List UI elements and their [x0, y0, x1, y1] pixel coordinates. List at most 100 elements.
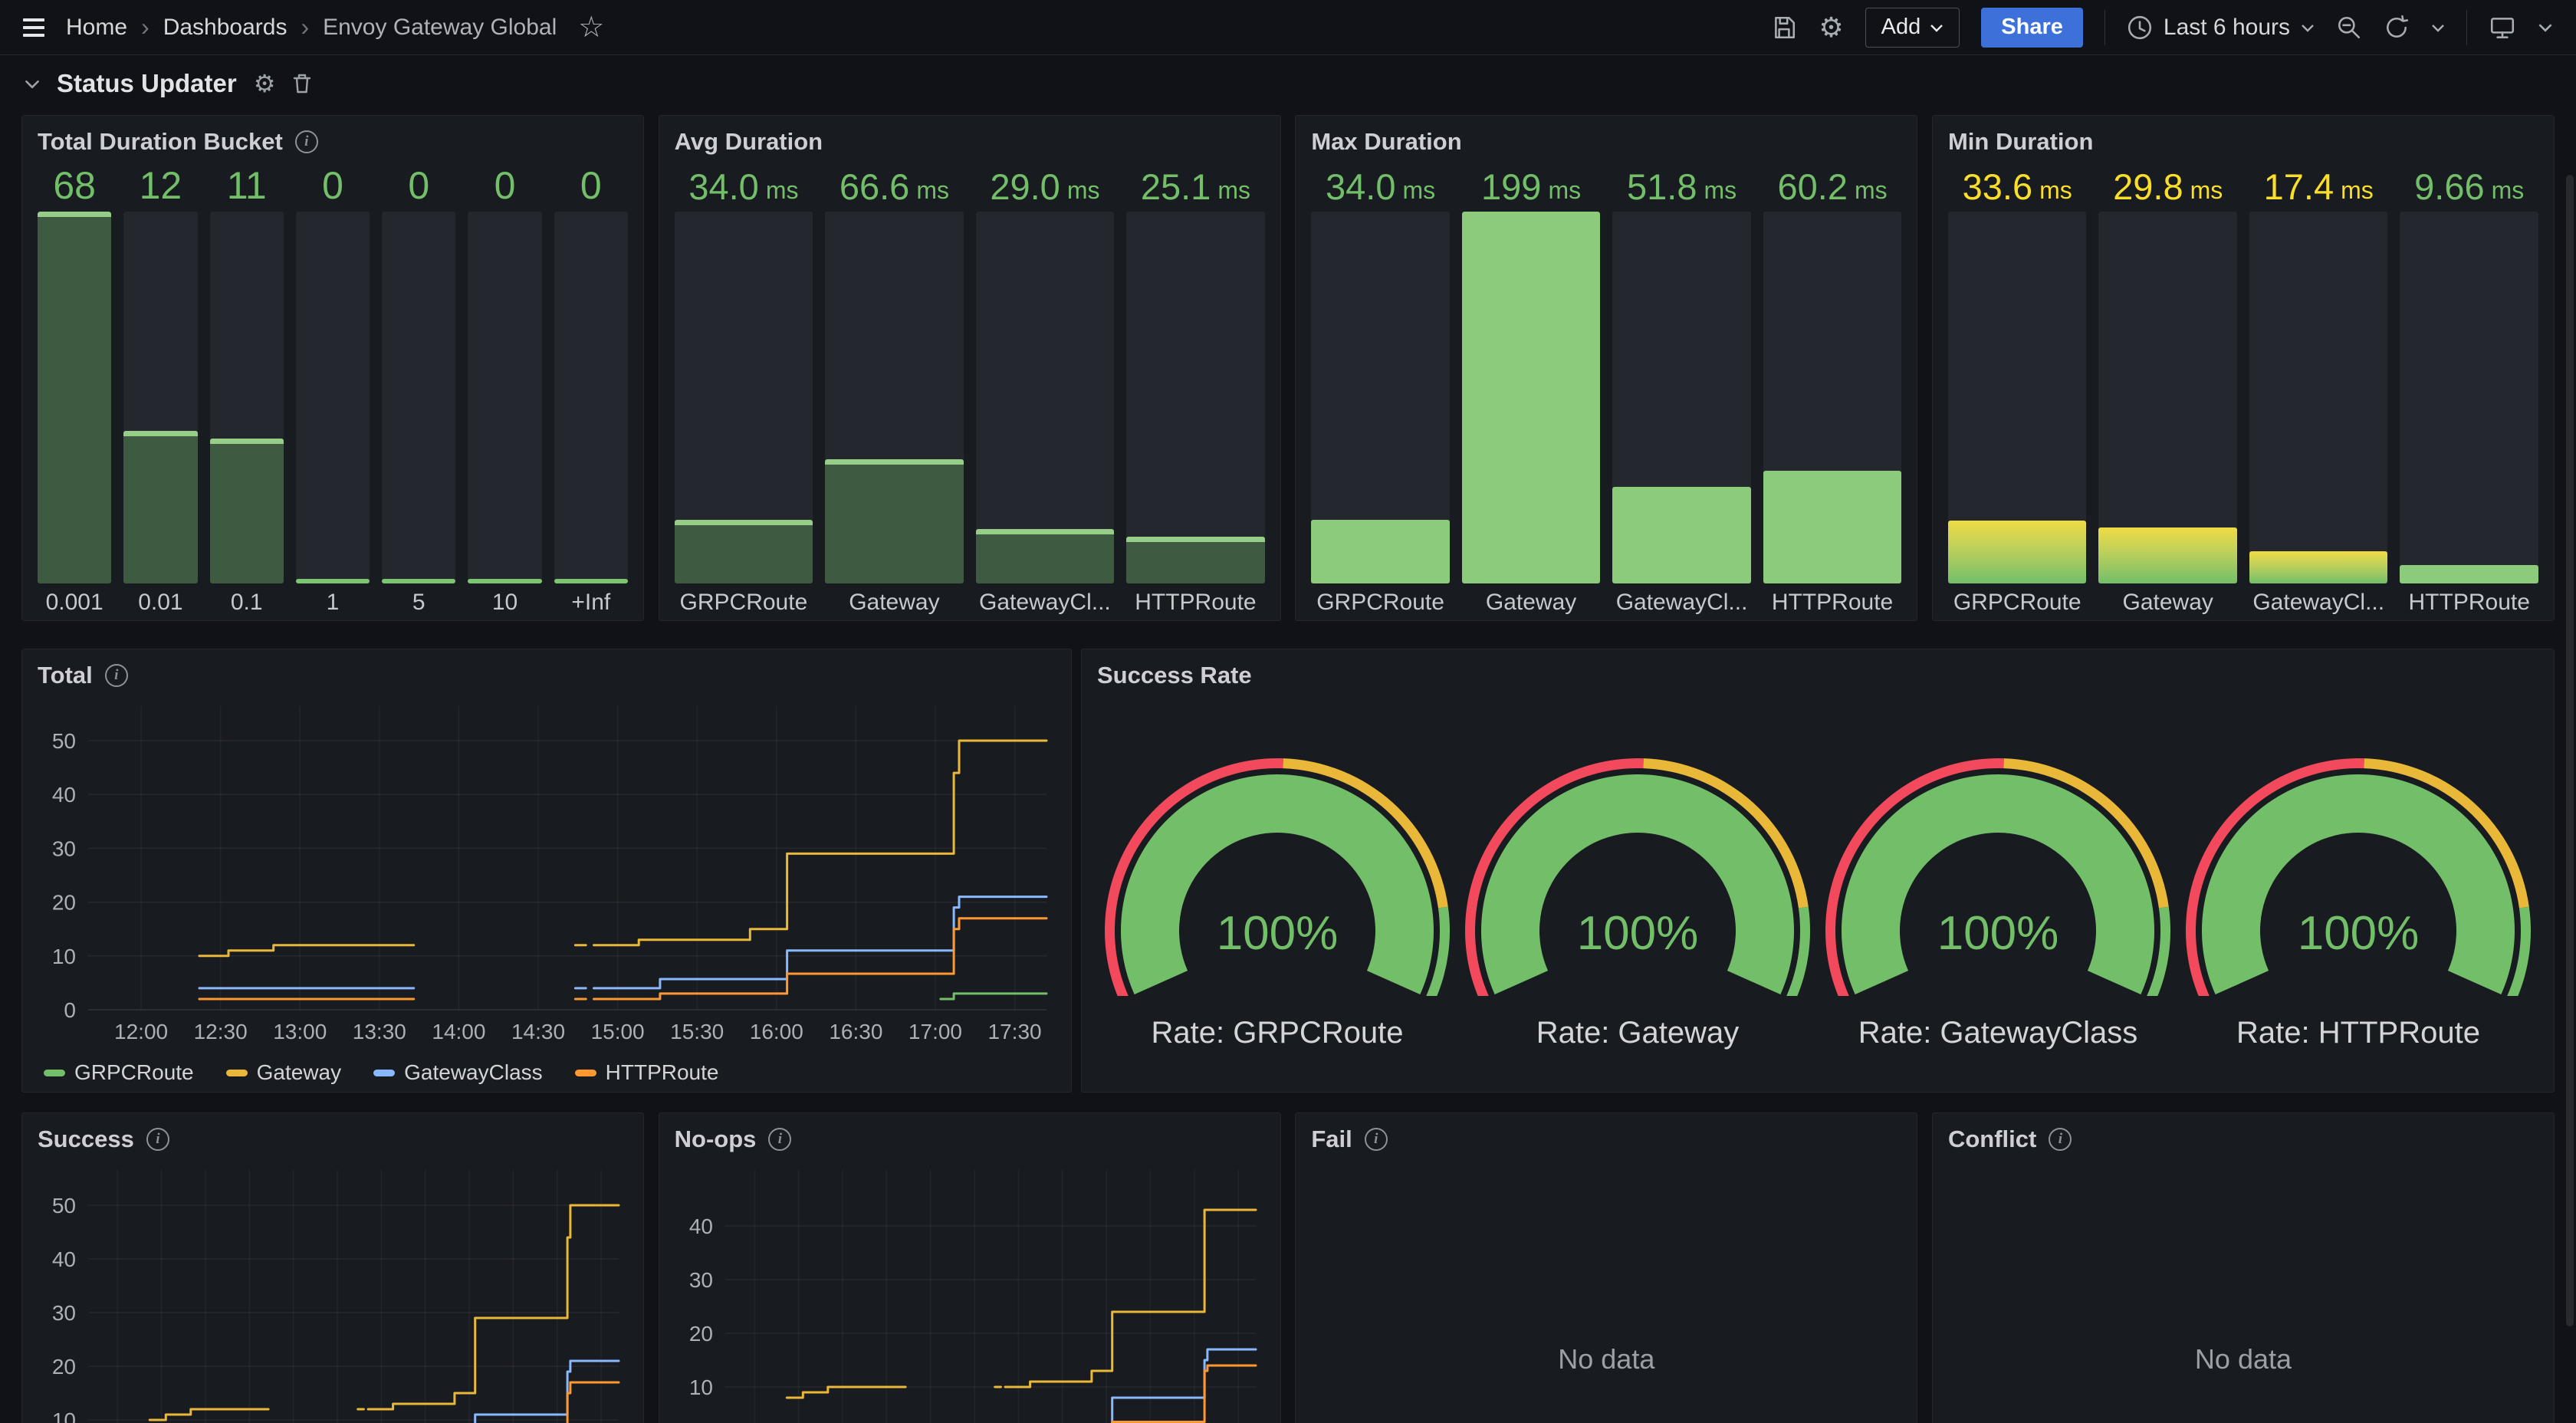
breadcrumb-current: Envoy Gateway Global — [323, 15, 557, 41]
stat-bar-label: 0.001 — [38, 583, 111, 616]
stat-value: 17.4ms — [2249, 157, 2388, 205]
stat-bar-fill — [38, 212, 111, 583]
time-range-label: Last 6 hours — [2164, 15, 2290, 41]
breadcrumb-separator: › — [301, 13, 309, 41]
add-button[interactable]: Add — [1865, 8, 1960, 48]
page-scrollbar[interactable] — [2566, 175, 2574, 1326]
favorite-star-icon[interactable]: ☆ — [578, 13, 604, 42]
legend-item[interactable]: Gateway — [226, 1060, 342, 1085]
panel-title[interactable]: Conflict — [1948, 1126, 2036, 1153]
svg-text:30: 30 — [52, 1301, 76, 1325]
panel-max-duration: Max Duration 34.0msGRPCRoute199msGateway… — [1295, 115, 1917, 621]
stat-bar-track — [468, 212, 541, 583]
info-icon[interactable]: i — [2049, 1128, 2072, 1151]
stat-bar-track — [1763, 212, 1902, 583]
time-range-picker[interactable]: Last 6 hours — [2127, 15, 2315, 41]
svg-text:50: 50 — [52, 729, 76, 753]
svg-text:14:00: 14:00 — [432, 1020, 485, 1043]
panel-title[interactable]: No-ops — [675, 1126, 757, 1153]
panel-title[interactable]: Avg Duration — [675, 128, 823, 156]
timeseries-chart[interactable]: 010203040 — [675, 1155, 1267, 1423]
info-icon[interactable]: i — [295, 130, 318, 153]
row-title[interactable]: Status Updater — [57, 69, 237, 98]
breadcrumb-home[interactable]: Home — [66, 15, 127, 41]
panel-title[interactable]: Max Duration — [1311, 128, 1461, 156]
info-icon[interactable]: i — [768, 1128, 791, 1151]
row-header-status-updater: Status Updater ⚙ — [21, 63, 2555, 104]
legend-item[interactable]: GatewayClass — [373, 1060, 543, 1085]
svg-text:20: 20 — [52, 891, 76, 915]
breadcrumb-dashboards[interactable]: Dashboards — [163, 15, 288, 41]
svg-text:10: 10 — [52, 1408, 76, 1423]
settings-gear-icon[interactable]: ⚙ — [1819, 14, 1843, 41]
refresh-icon[interactable] — [2384, 15, 2410, 41]
stat-bar-fill — [382, 579, 455, 583]
stat-bar-track — [1612, 212, 1751, 583]
legend-item[interactable]: GRPCRoute — [44, 1060, 194, 1085]
timeseries-chart[interactable]: 01020304050 — [38, 1155, 629, 1423]
clock-icon — [2127, 15, 2153, 41]
stat-bar-fill — [1462, 212, 1601, 583]
panel-avg-duration: Avg Duration 34.0msGRPCRoute66.6msGatewa… — [659, 115, 1281, 621]
stat-value: 68 — [38, 157, 111, 205]
gauge-value: 100% — [1577, 907, 1699, 960]
legend-color-pill — [44, 1070, 65, 1076]
stat-bar-label: Gateway — [1462, 583, 1601, 616]
share-button[interactable]: Share — [1981, 8, 2083, 48]
svg-text:10: 10 — [689, 1375, 713, 1399]
stat-bar-label: GatewayCl... — [976, 583, 1115, 616]
panel-total: Total i 12:0012:3013:0013:3014:0014:3015… — [21, 649, 1072, 1093]
stat-bar-track — [296, 212, 370, 583]
stat-bar-fill — [976, 529, 1115, 583]
kiosk-monitor-icon[interactable] — [2489, 15, 2516, 41]
info-icon[interactable]: i — [105, 664, 128, 687]
stat-value: 25.1ms — [1126, 157, 1265, 205]
panel-title[interactable]: Total Duration Bucket — [38, 128, 283, 156]
chevron-down-icon[interactable] — [2538, 22, 2553, 32]
bar-gauge: 34.0msGRPCRoute66.6msGateway29.0msGatewa… — [675, 157, 1265, 616]
info-icon[interactable]: i — [1365, 1128, 1388, 1151]
stat-bar-fill — [468, 579, 541, 583]
stat-value: 199ms — [1462, 157, 1601, 205]
gauge-label: Rate: GRPCRoute — [1151, 1016, 1403, 1050]
panel-success: Success i 01020304050 — [21, 1112, 644, 1423]
save-icon[interactable] — [1771, 15, 1797, 41]
refresh-interval-chevron-icon[interactable] — [2431, 23, 2445, 32]
svg-text:17:30: 17:30 — [988, 1020, 1042, 1043]
stat-bar-fill — [1612, 487, 1751, 583]
svg-text:14:30: 14:30 — [511, 1020, 565, 1043]
panel-title[interactable]: Min Duration — [1948, 128, 2093, 156]
stat-bar-label: HTTPRoute — [1126, 583, 1265, 616]
stat-bar-fill — [1126, 537, 1265, 583]
stat-bar-fill — [2098, 527, 2237, 583]
stat-value: 34.0ms — [675, 157, 813, 205]
row-settings-gear-icon[interactable]: ⚙ — [254, 71, 276, 96]
stat-value: 33.6ms — [1948, 157, 2087, 205]
panel-title[interactable]: Success Rate — [1097, 662, 1252, 689]
panel-title[interactable]: Fail — [1311, 1126, 1352, 1153]
stat-bar-label: HTTPRoute — [1763, 583, 1902, 616]
legend-item[interactable]: HTTPRoute — [575, 1060, 719, 1085]
panel-title[interactable]: Total — [38, 662, 93, 689]
stat-bar-label: Gateway — [825, 583, 964, 616]
bar-gauge: 34.0msGRPCRoute199msGateway51.8msGateway… — [1311, 157, 1901, 616]
stat-column: 05 — [382, 157, 455, 616]
stat-column: 68 0.001 — [38, 157, 111, 616]
row-delete-trash-icon[interactable] — [292, 73, 312, 94]
legend-label: HTTPRoute — [606, 1060, 719, 1085]
info-icon[interactable]: i — [146, 1128, 169, 1151]
row-collapse-chevron-icon[interactable] — [25, 79, 40, 89]
panel-title[interactable]: Success — [38, 1126, 134, 1153]
stat-value: 0 — [382, 157, 455, 205]
stat-bar-fill — [2249, 551, 2388, 583]
stat-value: 0 — [468, 157, 541, 205]
stat-bar-label: GRPCRoute — [1311, 583, 1450, 616]
menu-icon[interactable] — [20, 15, 48, 40]
stat-bar-track — [123, 212, 197, 583]
stat-value: 29.0ms — [976, 157, 1115, 205]
chart-legend: GRPCRoute Gateway GatewayClass HTTPRoute — [44, 1060, 718, 1085]
timeseries-chart[interactable]: 12:0012:3013:0013:3014:0014:3015:0015:30… — [38, 691, 1057, 1055]
breadcrumb-separator: › — [141, 13, 150, 41]
svg-text:12:30: 12:30 — [194, 1020, 248, 1043]
zoom-out-icon[interactable] — [2336, 15, 2362, 41]
